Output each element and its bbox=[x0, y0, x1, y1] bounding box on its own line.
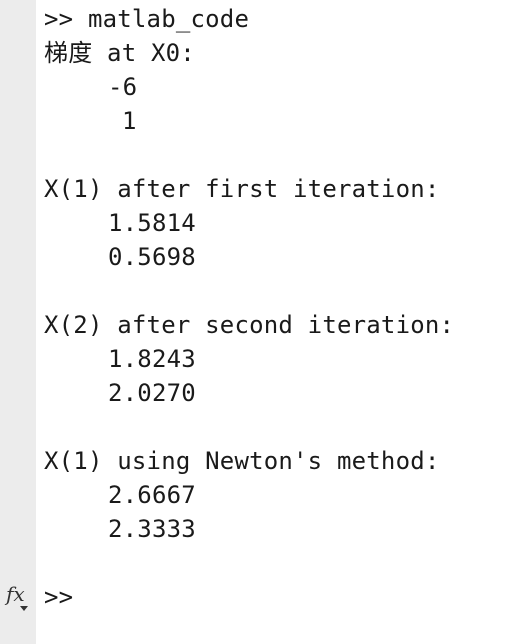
first-iteration-value: 1.5814 bbox=[108, 209, 196, 237]
left-gutter bbox=[0, 0, 36, 644]
fx-icon[interactable]: fx bbox=[6, 582, 32, 612]
newton-value: 2.3333 bbox=[108, 515, 196, 543]
gradient-value: -6 bbox=[108, 73, 138, 101]
second-iteration-value: 2.0270 bbox=[108, 379, 196, 407]
gradient-value: 1 bbox=[122, 107, 137, 135]
command-line: >> matlab_code bbox=[44, 5, 250, 33]
newton-label: X(1) using Newton's method: bbox=[44, 447, 440, 475]
chevron-down-icon[interactable] bbox=[20, 606, 28, 611]
second-iteration-value: 1.8243 bbox=[108, 345, 196, 373]
newton-value: 2.6667 bbox=[108, 481, 196, 509]
gradient-label: 梯度 at X0: bbox=[44, 39, 195, 67]
command-prompt[interactable]: >> bbox=[44, 580, 73, 614]
second-iteration-label: X(2) after second iteration: bbox=[44, 311, 455, 339]
first-iteration-label: X(1) after first iteration: bbox=[44, 175, 440, 203]
first-iteration-value: 0.5698 bbox=[108, 243, 196, 271]
command-window[interactable]: >> matlab_code 梯度 at X0: -6 1 X(1) after… bbox=[44, 0, 522, 644]
